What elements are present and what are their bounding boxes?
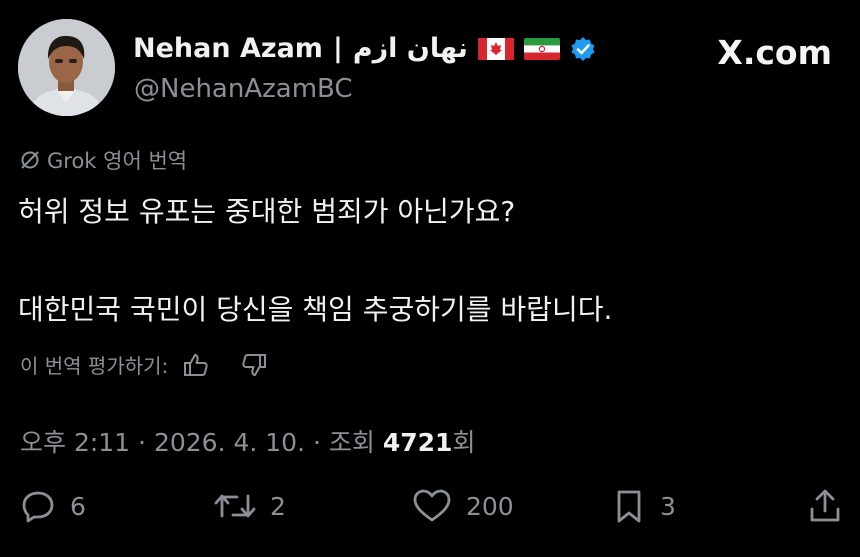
views-label: 조회 xyxy=(328,428,375,457)
slash-icon xyxy=(19,149,41,171)
display-name-persian: نهان ازم xyxy=(352,33,468,64)
reply-icon xyxy=(20,488,56,524)
action-bar: 6 2 200 3 xyxy=(0,488,860,536)
translation-note: Grok 영어 번역 xyxy=(19,145,187,175)
meta-dot: · xyxy=(312,428,321,457)
name-separator: | xyxy=(332,33,343,64)
tweet-date[interactable]: 2026. 4. 10. xyxy=(154,428,305,457)
verified-badge-icon xyxy=(570,36,596,62)
tweet-time[interactable]: 오후 2:11 xyxy=(20,428,130,457)
like-count: 200 xyxy=(466,491,514,521)
iran-flag-icon xyxy=(523,37,560,60)
like-icon xyxy=(412,488,452,524)
canada-flag-icon xyxy=(477,37,514,60)
brand-watermark: X.com xyxy=(717,33,832,72)
reply-count: 6 xyxy=(70,491,86,521)
display-name-row: Nehan Azam | نهان ازم xyxy=(133,33,596,64)
rate-translation-label: 이 번역 평가하기: xyxy=(20,354,169,378)
user-avatar xyxy=(18,19,115,116)
tweet-meta: 오후 2:11 · 2026. 4. 10. · 조회 4721회 xyxy=(20,423,475,459)
thumbs-down-icon[interactable] xyxy=(240,351,268,379)
user-handle[interactable]: @NehanAzamBC xyxy=(134,74,353,104)
thumbs-up-icon[interactable] xyxy=(182,351,210,379)
avatar[interactable] xyxy=(18,19,115,116)
share-button[interactable] xyxy=(808,488,842,524)
like-button[interactable]: 200 xyxy=(412,488,514,524)
tweet-text-line-2: 대한민국 국민이 당신을 책임 추궁하기를 바랍니다. xyxy=(18,293,613,326)
bookmark-count: 3 xyxy=(660,491,676,521)
reply-button[interactable]: 6 xyxy=(20,488,86,524)
repost-icon xyxy=(214,488,256,524)
views-suffix: 회 xyxy=(452,428,476,457)
rate-translation: 이 번역 평가하기: xyxy=(20,350,268,379)
translation-note-text: Grok 영어 번역 xyxy=(47,149,188,173)
repost-button[interactable]: 2 xyxy=(214,488,286,524)
repost-count: 2 xyxy=(270,491,286,521)
display-name[interactable]: Nehan Azam xyxy=(133,33,323,64)
share-icon xyxy=(808,488,842,524)
tweet-text-line-1: 허위 정보 유포는 중대한 범죄가 아닌가요? xyxy=(18,195,516,228)
bookmark-icon xyxy=(612,488,646,524)
meta-dot: · xyxy=(138,428,146,457)
bookmark-button[interactable]: 3 xyxy=(612,488,676,524)
views-count: 4721 xyxy=(382,428,453,457)
